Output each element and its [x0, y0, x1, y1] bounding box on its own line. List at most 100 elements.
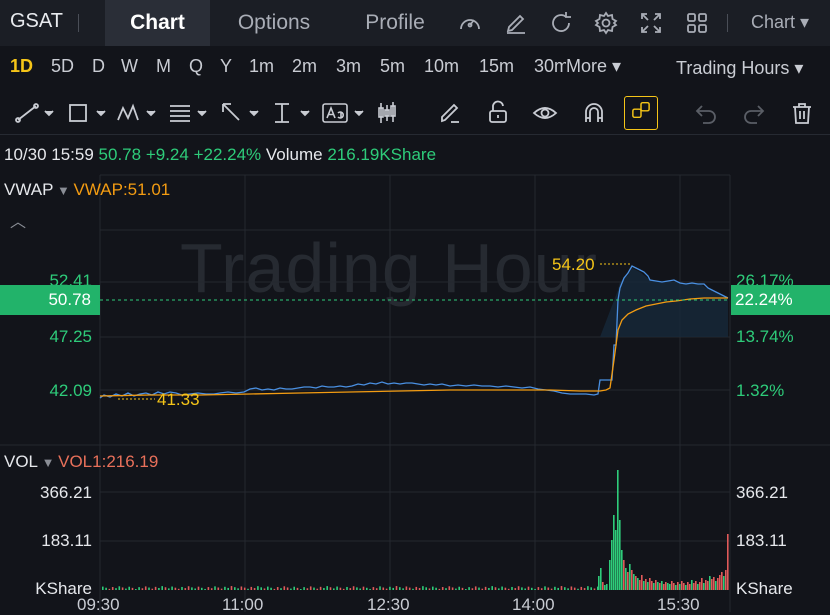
volume-bar — [154, 586, 157, 590]
pencil-icon[interactable] — [437, 100, 463, 126]
volume-bar — [389, 586, 391, 590]
volume-bar — [333, 588, 335, 590]
undo-icon[interactable] — [693, 100, 719, 126]
volume-bar — [691, 580, 693, 590]
volume-bar — [392, 587, 394, 590]
link-drawings-icon[interactable] — [624, 96, 658, 130]
pattern-tool-icon[interactable] — [115, 100, 161, 126]
volume-bar — [260, 587, 262, 590]
vol-indicator[interactable]: VOL ▼ VOL1:216.19 — [4, 452, 158, 472]
volume-bar — [131, 587, 134, 590]
volume-bar — [194, 588, 196, 590]
volume-bar — [300, 589, 302, 590]
magnet-icon[interactable] — [581, 100, 607, 126]
period-1d[interactable]: 1D — [10, 56, 33, 77]
volume-bar — [625, 568, 627, 590]
volume-bar — [727, 534, 729, 590]
volume-bar — [474, 586, 477, 590]
volume-bar — [494, 587, 497, 590]
volume-bar — [693, 583, 695, 590]
candlestick-tool-icon[interactable] — [374, 100, 400, 126]
volume-bar — [524, 588, 526, 590]
fibonacci-tool-icon[interactable] — [166, 100, 212, 126]
volume-bar — [356, 587, 358, 590]
gauge-icon[interactable] — [457, 10, 483, 36]
period-30m[interactable]: 30m — [534, 56, 566, 77]
collapse-chevron-up-icon[interactable]: ︿ — [10, 208, 26, 232]
trading-hours-dropdown[interactable]: Trading Hours ▾ — [676, 58, 803, 79]
volume-bar — [435, 587, 437, 590]
period-q[interactable]: Q — [189, 56, 203, 77]
more-periods-dropdown[interactable]: More ▾ — [566, 56, 621, 77]
text-tool-icon[interactable] — [321, 100, 369, 126]
unlock-icon[interactable] — [485, 100, 511, 126]
vwap-indicator-name: VWAP — [4, 180, 54, 199]
volume-bar — [352, 586, 355, 590]
period-2m[interactable]: 2m — [292, 56, 317, 77]
volume-bar — [181, 586, 183, 590]
period-m[interactable]: M — [156, 56, 171, 77]
period-1m[interactable]: 1m — [249, 56, 274, 77]
volume-bar — [174, 587, 177, 590]
time-axis-label: 12:30 — [367, 595, 410, 614]
volume-bar — [697, 584, 699, 590]
trend-line-tool-icon[interactable] — [14, 100, 58, 126]
period-10m[interactable]: 10m — [424, 56, 459, 77]
volume-bar — [717, 578, 719, 590]
volume-bar — [115, 588, 117, 590]
volume-bar — [488, 587, 490, 590]
volume-bar — [135, 589, 137, 590]
period-y[interactable]: Y — [220, 56, 232, 77]
tab-options[interactable]: Options — [220, 0, 328, 46]
volume-bar — [647, 582, 649, 590]
tab-profile[interactable]: Profile — [350, 0, 440, 46]
vwap-indicator[interactable]: VWAP ▼ VWAP:51.01 — [4, 180, 170, 200]
volume-bar — [661, 581, 663, 590]
gear-icon[interactable] — [593, 10, 619, 36]
period-d[interactable]: D — [92, 56, 105, 77]
price-range-tool-icon[interactable] — [270, 100, 314, 126]
volume-bar — [263, 588, 266, 590]
fullscreen-icon[interactable] — [638, 10, 664, 36]
layout-grid-icon[interactable] — [684, 10, 710, 36]
volume-bar — [655, 580, 657, 590]
quote-volume-label: Volume — [265, 145, 323, 164]
volume-bar — [329, 587, 332, 590]
divider — [78, 14, 79, 32]
volume-bar — [659, 583, 661, 590]
period-w[interactable]: W — [121, 56, 138, 77]
volume-bar — [471, 588, 474, 590]
volume-bar — [422, 586, 424, 590]
caret-down-icon: ▼ — [53, 183, 74, 198]
price-volume-chart[interactable] — [0, 170, 830, 615]
volume-bar — [408, 587, 411, 590]
volume-bar — [191, 587, 193, 590]
edit-icon[interactable] — [503, 10, 529, 36]
volume-bar — [240, 586, 243, 590]
period-3m[interactable]: 3m — [336, 56, 361, 77]
eye-icon[interactable] — [532, 100, 558, 126]
volume-bar — [501, 586, 503, 590]
period-15m[interactable]: 15m — [479, 56, 514, 77]
volume-axis-unit: KShare — [736, 579, 793, 598]
rectangle-tool-icon[interactable] — [66, 100, 110, 126]
trash-icon[interactable] — [789, 100, 815, 126]
redo-icon[interactable] — [741, 100, 767, 126]
volume-bar — [593, 588, 596, 590]
caret-down-icon: ▼ — [38, 455, 59, 470]
chart-menu-dropdown[interactable]: Chart ▾ — [751, 12, 809, 33]
refresh-icon[interactable] — [548, 10, 574, 36]
period-5d[interactable]: 5D — [51, 56, 74, 77]
tab-chart[interactable]: Chart — [105, 0, 210, 46]
volume-bar — [217, 587, 220, 590]
top-bar: GSAT Chart Options Profile Chart ▾ — [0, 0, 830, 46]
volume-bar — [234, 587, 236, 590]
volume-bar — [537, 587, 540, 590]
period-5m[interactable]: 5m — [380, 56, 405, 77]
volume-bar — [468, 587, 470, 590]
volume-bar — [270, 587, 272, 590]
volume-bar — [550, 588, 553, 590]
volume-bar — [544, 586, 546, 590]
volume-bar — [465, 589, 467, 590]
arrow-tool-icon[interactable] — [219, 100, 263, 126]
